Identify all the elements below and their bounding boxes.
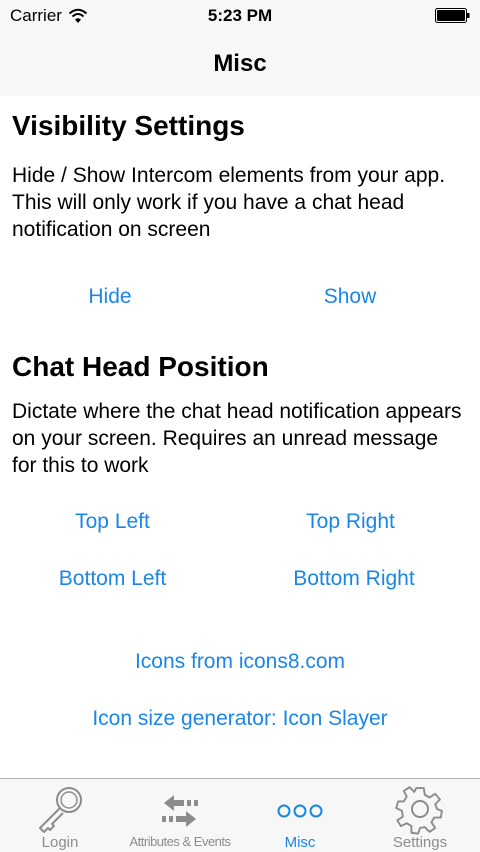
tab-bar: Login Attributes & Events Misc Settings: [0, 778, 480, 852]
chat-head-position-heading: Chat Head Position: [12, 351, 269, 382]
icons8-credit-link[interactable]: Icons from icons8.com: [0, 650, 480, 674]
tab-misc[interactable]: Misc: [240, 779, 360, 852]
tab-settings-label: Settings: [392, 834, 448, 851]
top-left-button[interactable]: Top Left: [30, 510, 195, 534]
tab-login[interactable]: Login: [0, 779, 120, 852]
navigation-bar: Misc: [0, 30, 480, 96]
status-time: 5:23 PM: [207, 6, 273, 25]
arrows-exchange-icon: [162, 795, 198, 827]
battery-icon: [435, 8, 470, 23]
tab-misc-label: Misc: [284, 834, 316, 851]
show-button[interactable]: Show: [290, 285, 410, 309]
tab-attributes-events[interactable]: Attributes & Events: [120, 779, 240, 852]
bottom-left-button[interactable]: Bottom Left: [30, 567, 195, 591]
page-title: Misc: [213, 50, 267, 77]
status-bar: Carrier 5:23 PM: [0, 0, 480, 30]
chat-head-position-description: Dictate where the chat head notification…: [12, 400, 462, 477]
visibility-settings-description: Hide / Show Intercom elements from your …: [12, 164, 446, 241]
top-right-button[interactable]: Top Right: [268, 510, 433, 534]
hide-button[interactable]: Hide: [50, 285, 170, 309]
more-dots-icon: [277, 804, 323, 818]
visibility-settings-heading: Visibility Settings: [12, 110, 245, 141]
gear-icon: [395, 786, 443, 835]
tab-login-label: Login: [41, 834, 79, 851]
tab-settings[interactable]: Settings: [360, 779, 480, 852]
icon-slayer-credit-link[interactable]: Icon size generator: Icon Slayer: [0, 707, 480, 731]
key-icon: [39, 787, 82, 833]
bottom-right-button[interactable]: Bottom Right: [268, 567, 440, 591]
tab-attributes-events-label: Attributes & Events: [129, 834, 231, 849]
